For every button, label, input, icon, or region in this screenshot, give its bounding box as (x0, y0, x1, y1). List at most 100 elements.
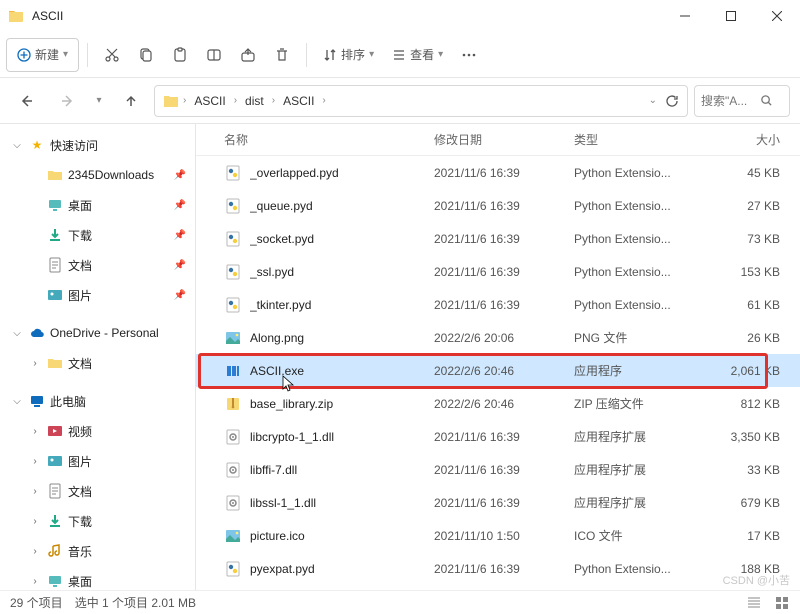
file-name: _overlapped.pyd (250, 166, 434, 180)
col-date[interactable]: 修改日期 (434, 131, 574, 148)
chevron-right-icon: › (28, 358, 42, 369)
sidebar-item[interactable]: ›图片 (0, 446, 195, 476)
more-button[interactable] (453, 38, 485, 72)
file-size: 3,350 KB (710, 430, 800, 444)
col-type[interactable]: 类型 (574, 131, 710, 148)
file-name: _queue.pyd (250, 199, 434, 213)
file-date: 2022/2/6 20:06 (434, 331, 574, 345)
file-date: 2021/11/6 16:39 (434, 232, 574, 246)
sidebar-item[interactable]: 桌面📌 (0, 190, 195, 220)
search-box[interactable] (694, 85, 790, 117)
sidebar-item[interactable]: 文档📌 (0, 250, 195, 280)
maximize-button[interactable] (708, 0, 754, 32)
file-row[interactable]: _queue.pyd2021/11/6 16:39Python Extensio… (196, 189, 800, 222)
file-row[interactable]: _ssl.pyd2021/11/6 16:39Python Extensio..… (196, 255, 800, 288)
file-size: 61 KB (710, 298, 800, 312)
chevron-right-icon: › (28, 546, 42, 557)
file-row[interactable]: picture.ico2021/11/10 1:50ICO 文件17 KB (196, 519, 800, 552)
chevron-down-icon: ⌵ (10, 140, 24, 151)
cut-button[interactable] (96, 38, 128, 72)
file-row[interactable]: python310.dll2021/11/6 16:39应用程序扩展4,347 … (196, 585, 800, 590)
refresh-button[interactable] (665, 94, 679, 108)
file-icon (224, 230, 242, 248)
file-icon (224, 461, 242, 479)
breadcrumb[interactable]: ASCII (279, 94, 318, 108)
file-type: Python Extensio... (574, 166, 710, 180)
sidebar-item[interactable]: 图片📌 (0, 280, 195, 310)
file-date: 2022/2/6 20:46 (434, 364, 574, 378)
status-count: 29 个项目 (10, 594, 63, 611)
file-name: _ssl.pyd (250, 265, 434, 279)
file-size: 17 KB (710, 529, 800, 543)
sort-button[interactable]: 排序 ▾ (315, 38, 382, 72)
view-button[interactable]: 查看 ▾ (384, 38, 451, 72)
details-view-icon[interactable] (746, 595, 762, 611)
sidebar-quick-access[interactable]: ⌵★快速访问 (0, 130, 195, 160)
window-title: ASCII (32, 9, 63, 23)
search-input[interactable] (701, 94, 756, 108)
file-row[interactable]: libffi-7.dll2021/11/6 16:39应用程序扩展33 KB (196, 453, 800, 486)
file-row[interactable]: _tkinter.pyd2021/11/6 16:39Python Extens… (196, 288, 800, 321)
file-size: 33 KB (710, 463, 800, 477)
delete-button[interactable] (266, 38, 298, 72)
pin-icon: 📌 (173, 230, 187, 241)
tiles-view-icon[interactable] (774, 595, 790, 611)
sidebar-thispc[interactable]: ⌵此电脑 (0, 386, 195, 416)
file-icon (224, 362, 242, 380)
forward-button[interactable] (50, 84, 84, 118)
file-icon (224, 329, 242, 347)
file-name: _socket.pyd (250, 232, 434, 246)
copy-button[interactable] (130, 38, 162, 72)
file-row[interactable]: base_library.zip2022/2/6 20:46ZIP 压缩文件81… (196, 387, 800, 420)
file-size: 812 KB (710, 397, 800, 411)
sidebar-item[interactable]: 2345Downloads📌 (0, 160, 195, 190)
sidebar-item[interactable]: 下载📌 (0, 220, 195, 250)
sidebar-onedrive[interactable]: ⌵OneDrive - Personal (0, 318, 195, 348)
rename-button[interactable] (198, 38, 230, 72)
column-headers[interactable]: 名称 修改日期 类型 大小 (196, 124, 800, 156)
address-bar[interactable]: › ASCII › dist › ASCII › ⌄ (154, 85, 688, 117)
file-row[interactable]: ASCII.exe2022/2/6 20:46应用程序2,061 KB (196, 354, 800, 387)
sidebar-item[interactable]: ›桌面 (0, 566, 195, 590)
file-icon (224, 296, 242, 314)
minimize-button[interactable] (662, 0, 708, 32)
file-date: 2021/11/6 16:39 (434, 298, 574, 312)
chevron-down-icon: ⌵ (10, 328, 24, 339)
file-row[interactable]: _overlapped.pyd2021/11/6 16:39Python Ext… (196, 156, 800, 189)
share-button[interactable] (232, 38, 264, 72)
file-date: 2021/11/6 16:39 (434, 199, 574, 213)
file-row[interactable]: libcrypto-1_1.dll2021/11/6 16:39应用程序扩展3,… (196, 420, 800, 453)
up-button[interactable] (114, 84, 148, 118)
chevron-down-icon: ▾ (438, 49, 443, 60)
close-button[interactable] (754, 0, 800, 32)
file-row[interactable]: pyexpat.pyd2021/11/6 16:39Python Extensi… (196, 552, 800, 585)
breadcrumb[interactable]: dist (241, 94, 268, 108)
sidebar-item[interactable]: ›视频 (0, 416, 195, 446)
chevron-down-icon[interactable]: ⌄ (649, 95, 657, 106)
file-date: 2021/11/6 16:39 (434, 463, 574, 477)
sidebar-item[interactable]: ›下载 (0, 506, 195, 536)
paste-button[interactable] (164, 38, 196, 72)
breadcrumb[interactable]: ASCII (190, 94, 229, 108)
sidebar-item[interactable]: ›文档 (0, 476, 195, 506)
history-chevron[interactable]: ▾ (90, 84, 108, 118)
file-row[interactable]: _socket.pyd2021/11/6 16:39Python Extensi… (196, 222, 800, 255)
file-size: 679 KB (710, 496, 800, 510)
file-icon (224, 494, 242, 512)
col-name[interactable]: 名称 (224, 131, 434, 148)
watermark: CSDN @小苦 (723, 572, 790, 588)
sidebar-item[interactable]: ›文档 (0, 348, 195, 378)
file-row[interactable]: libssl-1_1.dll2021/11/6 16:39应用程序扩展679 K… (196, 486, 800, 519)
file-size: 2,061 KB (710, 364, 800, 378)
file-icon (224, 263, 242, 281)
chevron-down-icon: ▾ (369, 49, 374, 60)
file-type: Python Extensio... (574, 562, 710, 576)
file-type: 应用程序扩展 (574, 461, 710, 478)
sidebar-item[interactable]: ›音乐 (0, 536, 195, 566)
file-row[interactable]: Along.png2022/2/6 20:06PNG 文件26 KB (196, 321, 800, 354)
toolbar: 新建 ▾ 排序 ▾ 查看 ▾ (0, 32, 800, 78)
col-size[interactable]: 大小 (710, 131, 800, 148)
new-button[interactable]: 新建 ▾ (6, 38, 79, 72)
back-button[interactable] (10, 84, 44, 118)
file-type: Python Extensio... (574, 232, 710, 246)
